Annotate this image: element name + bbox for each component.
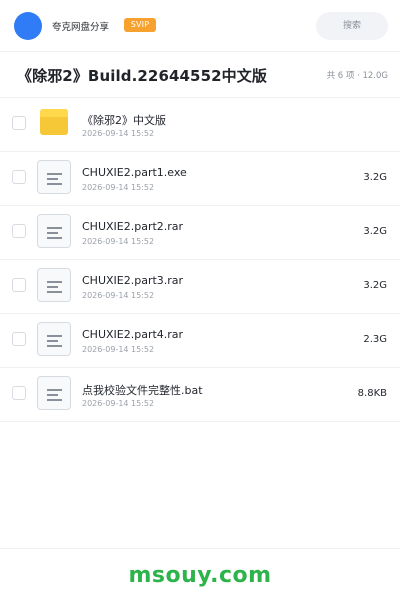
file-date: 2026-09-14 15:52 bbox=[82, 345, 155, 354]
search-button[interactable]: 搜索 bbox=[316, 12, 388, 40]
list-item[interactable]: CHUXIE2.part2.rar 2026-09-14 15:52 3.2G bbox=[0, 206, 400, 260]
file-icon bbox=[37, 214, 71, 248]
file-name: CHUXIE2.part3.rar bbox=[82, 274, 184, 287]
select-checkbox[interactable] bbox=[12, 386, 26, 400]
file-name: 《除邪2》中文版 bbox=[82, 114, 166, 127]
folder-meta: 共 6 项 · 12.0G bbox=[326, 71, 388, 81]
folder-title: 《除邪2》Build.22644552中文版 bbox=[17, 67, 267, 85]
file-date: 2026-09-14 15:52 bbox=[82, 291, 155, 300]
list-item[interactable]: 点我校验文件完整性.bat 2026-09-14 15:52 8.8KB bbox=[0, 368, 400, 422]
file-icon bbox=[37, 160, 71, 194]
svip-badge: SVIP bbox=[124, 18, 156, 32]
file-name: CHUXIE2.part1.exe bbox=[82, 166, 187, 179]
select-checkbox[interactable] bbox=[12, 332, 26, 346]
bottom-bar: msouy.com bbox=[0, 548, 400, 600]
file-name: CHUXIE2.part4.rar bbox=[82, 328, 184, 341]
select-checkbox[interactable] bbox=[12, 170, 26, 184]
file-name: CHUXIE2.part2.rar bbox=[82, 220, 184, 233]
list-item[interactable]: CHUXIE2.part1.exe 2026-09-14 15:52 3.2G bbox=[0, 152, 400, 206]
select-checkbox[interactable] bbox=[12, 116, 26, 130]
file-size: 2.3G bbox=[363, 334, 387, 345]
file-name: 点我校验文件完整性.bat bbox=[82, 384, 203, 397]
file-size: 8.8KB bbox=[357, 388, 387, 399]
list-item[interactable]: 《除邪2》中文版 2026-09-14 15:52 bbox=[0, 98, 400, 152]
file-size: 3.2G bbox=[363, 226, 387, 237]
select-checkbox[interactable] bbox=[12, 278, 26, 292]
file-icon bbox=[37, 268, 71, 302]
file-date: 2026-09-14 15:52 bbox=[82, 183, 155, 192]
file-date: 2026-09-14 15:52 bbox=[82, 237, 155, 246]
watermark: msouy.com bbox=[128, 563, 272, 588]
file-size: 3.2G bbox=[363, 280, 387, 291]
folder-title-row: 《除邪2》Build.22644552中文版 共 6 项 · 12.0G bbox=[0, 52, 400, 98]
header: 夸克网盘分享 SVIP 搜索 bbox=[0, 0, 400, 52]
share-page: 夸克网盘分享 SVIP 搜索 《除邪2》Build.22644552中文版 共 … bbox=[0, 0, 400, 600]
file-icon bbox=[37, 322, 71, 356]
select-checkbox[interactable] bbox=[12, 224, 26, 238]
owner-name: 夸克网盘分享 bbox=[52, 22, 110, 33]
folder-icon bbox=[37, 106, 71, 140]
file-date: 2026-09-14 15:52 bbox=[82, 129, 155, 138]
file-list: 《除邪2》中文版 2026-09-14 15:52 CHUXIE2.part1.… bbox=[0, 98, 400, 422]
file-size: 3.2G bbox=[363, 172, 387, 183]
list-item[interactable]: CHUXIE2.part3.rar 2026-09-14 15:52 3.2G bbox=[0, 260, 400, 314]
file-date: 2026-09-14 15:52 bbox=[82, 399, 155, 408]
avatar[interactable] bbox=[14, 12, 42, 40]
list-item[interactable]: CHUXIE2.part4.rar 2026-09-14 15:52 2.3G bbox=[0, 314, 400, 368]
file-icon bbox=[37, 376, 71, 410]
